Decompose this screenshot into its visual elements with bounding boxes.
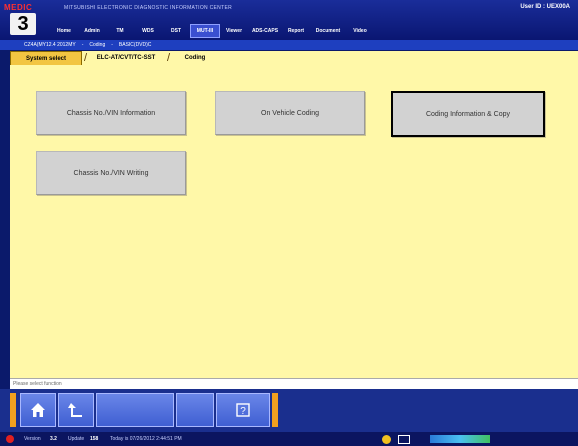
nav-report[interactable]: Report [282, 24, 310, 38]
datetime: Today is 07/26/2012 2:44:51 PM [110, 436, 182, 442]
help-button[interactable]: ? [216, 393, 270, 427]
function-panel: Chassis No./VIN Information On Vehicle C… [10, 65, 578, 378]
brand-label: MEDIC [4, 3, 33, 12]
nav-document[interactable]: Document [310, 24, 346, 38]
toolbar-edge-right [272, 393, 278, 427]
home-icon [31, 403, 45, 417]
signal-indicator [430, 435, 490, 443]
breadcrumb-separator: - [81, 42, 84, 48]
tab-system-select[interactable]: System select [10, 51, 82, 65]
version-value: 3.2 [50, 436, 57, 442]
update-label: Update [68, 436, 85, 442]
chassis-vin-writing-button[interactable]: Chassis No./VIN Writing [36, 151, 186, 195]
footer: Version 3.2 Update 158 Today is 07/26/20… [0, 432, 578, 446]
power-icon[interactable] [6, 435, 14, 443]
coding-information-copy-button[interactable]: Coding Information & Copy [391, 91, 545, 137]
warning-icon[interactable] [382, 435, 391, 444]
svg-text:?: ? [240, 406, 246, 417]
breadcrumb: CZ4A(MY12.4 2012MY - Coding - BASIC(DVD)… [0, 40, 578, 50]
nav-home[interactable]: Home [50, 24, 78, 38]
breadcrumb-separator: - [111, 42, 113, 48]
toolbar-slot-1[interactable] [96, 393, 174, 427]
status-bar: Please select function [10, 378, 578, 389]
update-value: 158 [90, 436, 99, 442]
nav-mut-iii[interactable]: MUT-III [190, 24, 220, 38]
nav-dst[interactable]: DST [162, 24, 190, 38]
nav-admin[interactable]: Admin [78, 24, 106, 38]
breadcrumb-vehicle: CZ4A(MY12.4 2012MY [24, 42, 76, 48]
tab-row: System select / ELC-AT/CVT/TC-SST / Codi… [10, 51, 578, 65]
bottom-toolbar: ? [0, 389, 578, 432]
user-id: User ID : UEX00A [520, 4, 570, 10]
main-nav: Home Admin TM WDS DST MUT-III Viewer ADS… [50, 24, 374, 38]
nav-ads-caps[interactable]: ADS-CAPS [248, 24, 282, 38]
toolbar-slot-2[interactable] [176, 393, 214, 427]
nav-viewer[interactable]: Viewer [220, 24, 248, 38]
tab-coding[interactable]: Coding [170, 51, 220, 65]
header: MEDIC 3 MITSUBISHI ELECTRONIC DIAGNOSTIC… [0, 0, 578, 40]
breadcrumb-coding: Coding [89, 42, 106, 48]
chassis-vin-information-button[interactable]: Chassis No./VIN Information [36, 91, 186, 135]
toolbar-edge-left [10, 393, 16, 427]
tab-elc-at-cvt[interactable]: ELC-AT/CVT/TC-SST [86, 51, 166, 65]
app-title: MITSUBISHI ELECTRONIC DIAGNOSTIC INFORMA… [64, 5, 232, 11]
version-label: Version [24, 436, 41, 442]
back-arrow-icon [68, 403, 82, 417]
back-button[interactable] [58, 393, 94, 427]
help-icon: ? [236, 403, 250, 417]
nav-tm[interactable]: TM [106, 24, 134, 38]
app-window: MEDIC 3 MITSUBISHI ELECTRONIC DIAGNOSTIC… [0, 0, 578, 446]
brand-number: 3 [10, 13, 36, 35]
home-button[interactable] [20, 393, 56, 427]
breadcrumb-path: BASIC(DVD)C [118, 42, 152, 48]
logo: MEDIC 3 [4, 3, 42, 37]
monitor-icon[interactable] [398, 435, 410, 444]
nav-wds[interactable]: WDS [134, 24, 162, 38]
on-vehicle-coding-button[interactable]: On Vehicle Coding [215, 91, 365, 135]
nav-video[interactable]: Video [346, 24, 374, 38]
